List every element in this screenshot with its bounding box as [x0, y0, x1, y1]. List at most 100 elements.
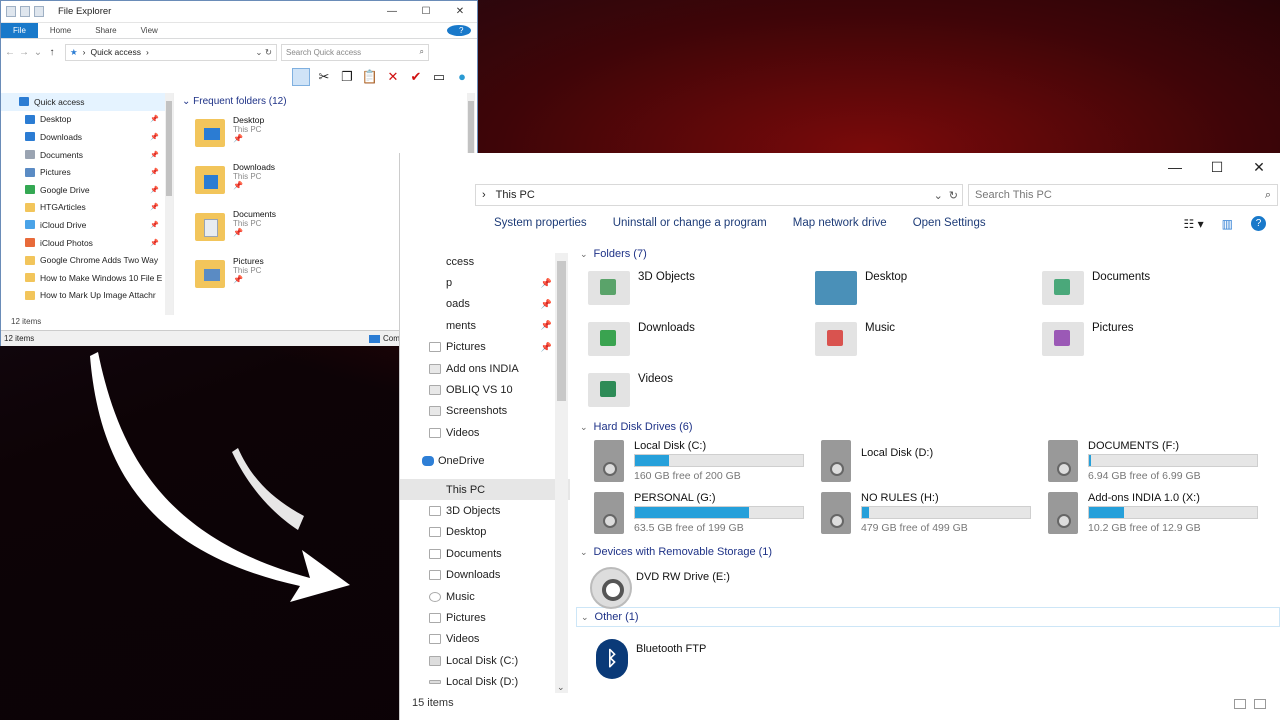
sidebar-item-label: Screenshots	[446, 405, 508, 418]
close-button[interactable]: ✕	[1238, 153, 1280, 181]
search-input[interactable]: Search Quick access ⌕	[281, 43, 429, 61]
help-icon[interactable]: ?	[1251, 216, 1266, 231]
maximize-button[interactable]: ☐	[1196, 153, 1238, 181]
recent-chevron-icon[interactable]: ⌄	[33, 47, 43, 58]
sidebar-item[interactable]: Local Disk (D:)	[400, 671, 570, 691]
copy-icon[interactable]: ❐	[338, 68, 356, 86]
sidebar-item[interactable]: Pictures 📌	[400, 337, 570, 358]
drive-item[interactable]: Add-ons INDIA 1.0 (X:) 10.2 GB free of 12…	[1048, 492, 1258, 534]
map-network-drive-button[interactable]: Map network drive	[793, 217, 887, 229]
sidebar-item[interactable]: iCloud Photos 📌	[1, 234, 173, 252]
folder-item[interactable]: Music	[815, 322, 895, 356]
sidebar-item[interactable]: Videos	[400, 422, 570, 443]
sidebar-item[interactable]: iCloud Drive 📌	[1, 216, 173, 234]
delete-icon[interactable]: ✕	[384, 68, 402, 86]
details-view-icon[interactable]	[1234, 699, 1246, 709]
minimize-button[interactable]: —	[375, 1, 409, 23]
drive-item[interactable]: DOCUMENTS (F:) 6.94 GB free of 6.99 GB	[1048, 440, 1258, 482]
sidebar-item[interactable]: Google Drive 📌	[1, 181, 173, 199]
sidebar-item-quick-access[interactable]: Quick access	[1, 93, 173, 111]
drive-item[interactable]: NO RULES (H:) 479 GB free of 499 GB	[821, 492, 1031, 534]
large-icons-view-icon[interactable]	[1254, 699, 1266, 709]
dvd-drive-item[interactable]: DVD RW Drive (E:)	[636, 571, 730, 583]
folder-item[interactable]: Documents	[1042, 271, 1150, 305]
sidebar-item[interactable]: Downloads 📌	[1, 128, 173, 146]
sidebar-item-label: Local Disk (D:)	[446, 676, 519, 689]
maximize-button[interactable]: ☐	[409, 1, 443, 23]
bluetooth-item[interactable]: Bluetooth FTP	[636, 643, 706, 655]
folder-item[interactable]: Videos	[588, 373, 673, 407]
sidebar-item[interactable]: Videos	[400, 629, 570, 650]
sidebar-item[interactable]: Screenshots	[400, 401, 570, 422]
sidebar-scrollbar[interactable]: ⌄	[555, 253, 568, 693]
check-icon[interactable]: ✔	[407, 68, 425, 86]
sidebar-item[interactable]: Documents	[400, 543, 570, 564]
drive-item[interactable]: PERSONAL (G:) 63.5 GB free of 199 GB	[594, 492, 804, 534]
folder-item[interactable]: 3D Objects	[588, 271, 695, 305]
paste-icon[interactable]: 📋	[361, 68, 379, 86]
sidebar-item[interactable]: p 📌	[400, 272, 570, 293]
uninstall-program-button[interactable]: Uninstall or change a program	[613, 217, 767, 229]
cut-icon[interactable]: ✂	[315, 68, 333, 86]
folder-item[interactable]: Pictures	[1042, 322, 1134, 356]
folder-item[interactable]: Downloads	[588, 322, 695, 356]
sidebar-item[interactable]: How to Make Windows 10 File E	[1, 269, 173, 287]
sidebar-item[interactable]: Add ons INDIA	[400, 358, 570, 379]
drive-item[interactable]: Local Disk (D:)	[821, 440, 933, 482]
sidebar-item-this-pc[interactable]: This PC	[400, 478, 570, 501]
sidebar-item[interactable]: OBLIQ VS 10	[400, 379, 570, 400]
tab-share[interactable]: Share	[83, 23, 128, 38]
sidebar-item[interactable]: Desktop	[400, 522, 570, 543]
folder-item[interactable]: Desktop This PC 📌	[179, 107, 475, 154]
tab-file[interactable]: File	[1, 23, 38, 38]
address-bar[interactable]: › This PC ⌄ ↻	[475, 184, 963, 206]
back-arrow-icon[interactable]: ←	[5, 47, 15, 58]
view-options-icon[interactable]: ☷ ▾	[1184, 217, 1204, 231]
sidebar-item[interactable]: 3D Objects	[400, 500, 570, 521]
help-icon[interactable]: ?	[447, 25, 471, 36]
drive-item[interactable]: Local Disk (C:) 160 GB free of 200 GB	[594, 440, 804, 482]
dropdown-chevron-icon[interactable]: ⌄	[934, 189, 943, 202]
sidebar-item[interactable]: HTGArticles 📌	[1, 199, 173, 217]
forward-arrow-icon[interactable]: →	[19, 47, 29, 58]
globe-icon[interactable]: ●	[453, 68, 471, 86]
open-settings-button[interactable]: Open Settings	[913, 217, 986, 229]
section-header-drives[interactable]: ⌄ Hard Disk Drives (6)	[580, 421, 693, 433]
sidebar-item[interactable]: ccess	[400, 251, 570, 272]
sidebar-item[interactable]: Google Chrome Adds Two Way	[1, 251, 173, 269]
refresh-icon[interactable]: ⌄ ↻	[255, 47, 272, 58]
tab-home[interactable]: Home	[38, 23, 83, 38]
sidebar-item[interactable]: How to Mark Up Image Attachr	[1, 287, 173, 305]
refresh-icon[interactable]: ↻	[949, 189, 958, 202]
navigation-pane-icon[interactable]	[292, 68, 310, 86]
sidebar-item[interactable]: Music	[400, 586, 570, 607]
quick-access-toolbar[interactable]	[1, 6, 44, 17]
breadcrumb[interactable]: Quick access	[90, 47, 141, 57]
scroll-down-icon[interactable]: ⌄	[557, 682, 565, 693]
sidebar-item[interactable]: Desktop 📌	[1, 111, 173, 129]
section-header[interactable]: ⌄ Frequent folders (12)	[179, 93, 475, 107]
sidebar-item[interactable]: Downloads	[400, 564, 570, 585]
up-arrow-icon[interactable]: ↑	[47, 47, 57, 58]
rename-icon[interactable]: ▭	[430, 68, 448, 86]
sidebar-item[interactable]: Documents 📌	[1, 146, 173, 164]
sidebar-item[interactable]: oads 📌	[400, 294, 570, 315]
sidebar-item[interactable]: Pictures 📌	[1, 163, 173, 181]
sidebar-item[interactable]: Local Disk (C:)	[400, 650, 570, 671]
search-input[interactable]: Search This PC ⌕	[968, 184, 1278, 206]
section-header-folders[interactable]: ⌄ Folders (7)	[580, 248, 647, 260]
preview-pane-icon[interactable]: ▥	[1222, 217, 1233, 231]
address-bar[interactable]: ★ › Quick access › ⌄ ↻	[65, 43, 277, 61]
section-header-other[interactable]: ⌄ Other (1)	[576, 607, 1280, 627]
sidebar-scrollbar[interactable]	[165, 93, 173, 315]
sidebar-item-onedrive[interactable]: OneDrive	[400, 451, 570, 472]
folder-item[interactable]: Desktop	[815, 271, 907, 305]
minimize-button[interactable]: —	[1154, 153, 1196, 181]
sidebar-item[interactable]: Pictures	[400, 607, 570, 628]
system-properties-button[interactable]: System properties	[494, 217, 587, 229]
tab-view[interactable]: View	[129, 23, 170, 38]
section-header-removable[interactable]: ⌄ Devices with Removable Storage (1)	[580, 546, 772, 558]
close-button[interactable]: ✕	[443, 1, 477, 23]
sidebar-item[interactable]: ments 📌	[400, 315, 570, 336]
breadcrumb[interactable]: This PC	[496, 189, 535, 201]
